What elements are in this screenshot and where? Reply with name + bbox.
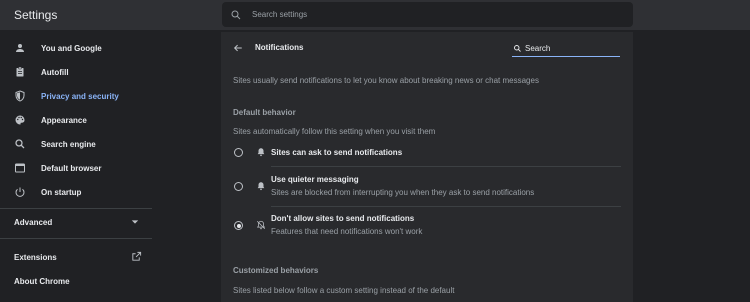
- radio-button[interactable]: [234, 182, 243, 191]
- palette-icon: [15, 115, 25, 125]
- sidebar-item-label: Appearance: [41, 115, 87, 125]
- sidebar-item-you-and-google[interactable]: You and Google: [0, 37, 152, 59]
- sidebar-item-label: Autofill: [41, 67, 69, 77]
- option-divider: [271, 206, 621, 207]
- panel-search-box[interactable]: [512, 41, 620, 57]
- settings-search-box[interactable]: [222, 2, 633, 27]
- chevron-down-icon: [131, 220, 139, 224]
- sidebar-item-label: Default browser: [41, 163, 102, 173]
- bell-off-icon: [256, 220, 266, 230]
- default-behavior-heading: Default behavior: [233, 108, 296, 117]
- sidebar-item-label: About Chrome: [14, 276, 70, 286]
- panel-header: Notifications: [221, 32, 633, 64]
- bell-icon: [257, 148, 265, 157]
- clipboard-icon: [16, 66, 24, 77]
- page-title: Notifications: [255, 43, 304, 52]
- back-arrow-icon[interactable]: [233, 43, 243, 53]
- sidebar-item-privacy-and-security[interactable]: Privacy and security: [0, 85, 152, 107]
- notifications-intro: Sites usually send notifications to let …: [233, 76, 539, 85]
- search-icon: [15, 139, 25, 149]
- advanced-label: Advanced: [14, 217, 53, 227]
- sidebar-item-label: Privacy and security: [41, 91, 119, 101]
- option-quieter-messaging[interactable]: Use quieter messaging Sites are blocked …: [233, 169, 621, 203]
- option-label: Don't allow sites to send notifications: [271, 214, 415, 223]
- default-behavior-description: Sites automatically follow this setting …: [233, 127, 436, 136]
- option-sublabel: Features that need notifications won't w…: [271, 227, 423, 236]
- radio-button-selected[interactable]: [234, 221, 243, 230]
- option-dont-allow[interactable]: Don't allow sites to send notifications …: [233, 209, 621, 243]
- sidebar-item-label: You and Google: [41, 43, 102, 53]
- option-divider: [271, 166, 621, 167]
- customized-behaviors-heading: Customized behaviors: [233, 266, 319, 275]
- option-sublabel: Sites are blocked from interrupting you …: [271, 188, 535, 197]
- sidebar-divider: [0, 208, 152, 209]
- sidebar-item-autofill[interactable]: Autofill: [0, 61, 152, 83]
- search-icon: [231, 10, 241, 19]
- power-icon: [15, 187, 25, 197]
- top-bar: Settings: [0, 0, 750, 30]
- sidebar: You and Google Autofill Privacy and secu…: [0, 30, 152, 302]
- person-icon: [16, 44, 24, 52]
- open-in-new-icon: [132, 251, 142, 261]
- settings-search-input[interactable]: [250, 9, 614, 20]
- sidebar-item-extensions[interactable]: Extensions: [14, 249, 142, 265]
- sidebar-item-appearance[interactable]: Appearance: [0, 109, 152, 131]
- sidebar-item-label: On startup: [41, 187, 82, 197]
- advanced-toggle[interactable]: Advanced: [14, 214, 139, 230]
- sidebar-item-default-browser[interactable]: Default browser: [0, 157, 152, 179]
- shield-icon: [15, 90, 25, 102]
- option-label: Sites can ask to send notifications: [271, 148, 403, 157]
- sidebar-item-search-engine[interactable]: Search engine: [0, 133, 152, 155]
- bell-icon: [257, 182, 265, 191]
- option-label: Use quieter messaging: [271, 175, 359, 184]
- sidebar-item-on-startup[interactable]: On startup: [0, 181, 152, 203]
- sidebar-divider: [0, 238, 152, 239]
- browser-window-icon: [15, 163, 25, 173]
- radio-button[interactable]: [234, 148, 243, 157]
- sidebar-item-label: Search engine: [41, 139, 96, 149]
- customized-behaviors-description: Sites listed below follow a custom setti…: [233, 286, 455, 295]
- sidebar-item-about-chrome[interactable]: About Chrome: [14, 273, 142, 289]
- notifications-panel: Notifications Sites usually send notific…: [221, 32, 633, 302]
- search-icon: [514, 45, 521, 52]
- sidebar-item-label: Extensions: [14, 252, 57, 262]
- option-allow-ask[interactable]: Sites can ask to send notifications: [233, 142, 621, 166]
- panel-search-input[interactable]: [525, 44, 615, 53]
- app-title: Settings: [14, 8, 58, 22]
